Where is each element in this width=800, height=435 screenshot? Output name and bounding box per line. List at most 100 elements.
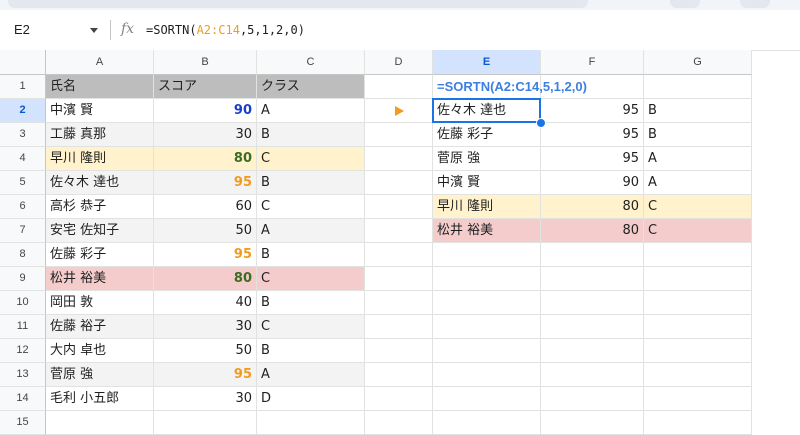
- source-class-cell[interactable]: C: [257, 315, 365, 339]
- result-score-cell[interactable]: 95: [541, 147, 644, 171]
- result-name-cell[interactable]: 佐々木 達也: [433, 99, 541, 123]
- grid-cell[interactable]: [644, 243, 752, 267]
- formula-input[interactable]: =SORTN(A2:C14,5,1,2,0): [146, 10, 305, 50]
- row-header-5[interactable]: 5: [0, 171, 46, 195]
- source-class-cell[interactable]: C: [257, 195, 365, 219]
- result-name-cell[interactable]: 菅原 強: [433, 147, 541, 171]
- result-name-cell[interactable]: 早川 隆則: [433, 195, 541, 219]
- grid-cell[interactable]: [365, 291, 433, 315]
- grid-cell[interactable]: [433, 243, 541, 267]
- select-all-corner[interactable]: [0, 50, 46, 75]
- row-header-9[interactable]: 9: [0, 267, 46, 291]
- grid-cell[interactable]: [433, 291, 541, 315]
- toolbar-button[interactable]: [740, 0, 770, 8]
- grid-cell[interactable]: [644, 267, 752, 291]
- source-score-cell[interactable]: 90: [154, 99, 257, 123]
- grid-cell[interactable]: [365, 315, 433, 339]
- source-name-cell[interactable]: 佐々木 達也: [46, 171, 154, 195]
- column-header-d[interactable]: D: [365, 50, 433, 75]
- source-name-cell[interactable]: 毛利 小五郎: [46, 387, 154, 411]
- column-header-a[interactable]: A: [46, 50, 154, 75]
- result-class-cell[interactable]: B: [644, 123, 752, 147]
- source-score-cell[interactable]: 95: [154, 363, 257, 387]
- grid-cell[interactable]: [644, 411, 752, 435]
- result-score-cell[interactable]: 80: [541, 219, 644, 243]
- source-score-cell[interactable]: 50: [154, 219, 257, 243]
- source-score-cell[interactable]: 30: [154, 315, 257, 339]
- grid-cell[interactable]: [541, 363, 644, 387]
- grid-cell[interactable]: [541, 315, 644, 339]
- source-class-cell[interactable]: D: [257, 387, 365, 411]
- source-score-cell[interactable]: 95: [154, 171, 257, 195]
- row-header-10[interactable]: 10: [0, 291, 46, 315]
- result-name-cell[interactable]: 松井 裕美: [433, 219, 541, 243]
- source-score-cell[interactable]: 80: [154, 147, 257, 171]
- grid-cell[interactable]: [541, 411, 644, 435]
- source-score-cell[interactable]: 95: [154, 243, 257, 267]
- row-header-8[interactable]: 8: [0, 243, 46, 267]
- column-header-g[interactable]: G: [644, 50, 752, 75]
- source-name-cell[interactable]: 工藤 真那: [46, 123, 154, 147]
- grid-cell[interactable]: [365, 411, 433, 435]
- source-name-cell[interactable]: 佐藤 彩子: [46, 243, 154, 267]
- source-name-cell[interactable]: 安宅 佐知子: [46, 219, 154, 243]
- row-header-12[interactable]: 12: [0, 339, 46, 363]
- source-name-cell[interactable]: 岡田 敦: [46, 291, 154, 315]
- grid-cell[interactable]: [433, 363, 541, 387]
- grid-cell[interactable]: [433, 315, 541, 339]
- grid-cell[interactable]: [644, 363, 752, 387]
- row-header-4[interactable]: 4: [0, 147, 46, 171]
- row-header-1[interactable]: 1: [0, 75, 46, 99]
- result-class-cell[interactable]: A: [644, 171, 752, 195]
- source-name-cell[interactable]: 早川 隆則: [46, 147, 154, 171]
- source-class-cell[interactable]: B: [257, 291, 365, 315]
- grid-cell[interactable]: [46, 411, 154, 435]
- grid-cell[interactable]: [365, 195, 433, 219]
- result-score-cell[interactable]: 95: [541, 99, 644, 123]
- column-header-c[interactable]: C: [257, 50, 365, 75]
- result-name-cell[interactable]: 中濱 賢: [433, 171, 541, 195]
- result-score-cell[interactable]: 80: [541, 195, 644, 219]
- grid-cell[interactable]: [433, 387, 541, 411]
- table-header-cell[interactable]: クラス: [257, 75, 365, 99]
- toolbar-button[interactable]: [670, 0, 700, 8]
- result-class-cell[interactable]: B: [644, 99, 752, 123]
- row-header-11[interactable]: 11: [0, 315, 46, 339]
- grid-cell[interactable]: [644, 387, 752, 411]
- source-class-cell[interactable]: A: [257, 219, 365, 243]
- grid-cell[interactable]: [644, 315, 752, 339]
- chevron-down-icon[interactable]: [90, 28, 98, 33]
- row-header-3[interactable]: 3: [0, 123, 46, 147]
- table-header-cell[interactable]: 氏名: [46, 75, 154, 99]
- source-score-cell[interactable]: 30: [154, 123, 257, 147]
- grid-cell[interactable]: [365, 363, 433, 387]
- source-class-cell[interactable]: B: [257, 171, 365, 195]
- result-class-cell[interactable]: A: [644, 147, 752, 171]
- source-name-cell[interactable]: 中濱 賢: [46, 99, 154, 123]
- table-header-cell[interactable]: スコア: [154, 75, 257, 99]
- grid-cell[interactable]: [644, 339, 752, 363]
- grid-cell[interactable]: [433, 411, 541, 435]
- grid-cell[interactable]: [257, 411, 365, 435]
- grid-cell[interactable]: [365, 171, 433, 195]
- column-header-b[interactable]: B: [154, 50, 257, 75]
- row-header-13[interactable]: 13: [0, 363, 46, 387]
- column-header-f[interactable]: F: [541, 50, 644, 75]
- grid-cell[interactable]: [541, 387, 644, 411]
- grid-cell[interactable]: [644, 75, 752, 99]
- row-header-14[interactable]: 14: [0, 387, 46, 411]
- row-header-6[interactable]: 6: [0, 195, 46, 219]
- source-class-cell[interactable]: C: [257, 147, 365, 171]
- grid-cell[interactable]: [154, 411, 257, 435]
- source-name-cell[interactable]: 佐藤 裕子: [46, 315, 154, 339]
- source-class-cell[interactable]: B: [257, 339, 365, 363]
- fill-handle[interactable]: [536, 118, 546, 128]
- source-name-cell[interactable]: 大内 卓也: [46, 339, 154, 363]
- grid-cell[interactable]: [365, 123, 433, 147]
- grid-cell[interactable]: [541, 291, 644, 315]
- source-score-cell[interactable]: 60: [154, 195, 257, 219]
- row-header-2[interactable]: 2: [0, 99, 46, 123]
- source-class-cell[interactable]: B: [257, 123, 365, 147]
- source-name-cell[interactable]: 菅原 強: [46, 363, 154, 387]
- grid-cell[interactable]: [365, 147, 433, 171]
